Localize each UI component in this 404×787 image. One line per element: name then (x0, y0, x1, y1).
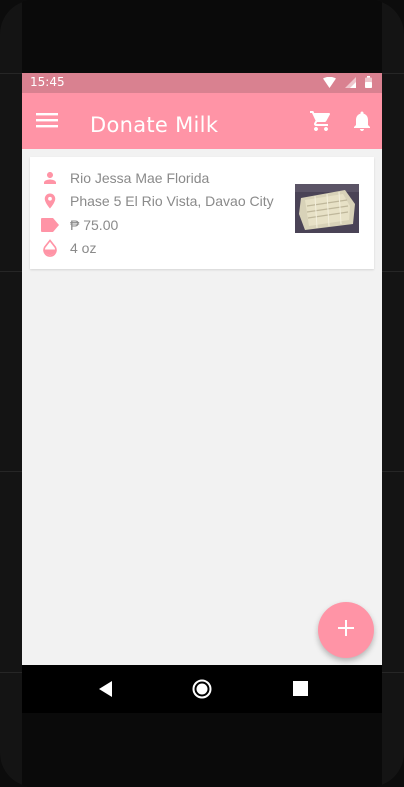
status-time: 15:45 (30, 75, 65, 89)
signal-icon (345, 76, 356, 91)
device-bezel-left (0, 0, 22, 787)
recents-icon[interactable] (289, 677, 313, 701)
address-row: Phase 5 El Rio Vista, Davao City (40, 190, 274, 212)
menu-icon[interactable] (36, 111, 60, 131)
donation-listing-card[interactable]: Rio Jessa Mae Florida Phase 5 El Rio Vis… (30, 157, 374, 269)
location-pin-icon (40, 191, 60, 211)
app-screen: 15:45 Donate Milk Rio Jessa Mae Florida … (22, 73, 382, 665)
back-icon[interactable] (94, 677, 118, 701)
drop-icon (40, 238, 60, 258)
price-value: ₱ 75.00 (70, 217, 119, 233)
wifi-icon (323, 76, 336, 91)
app-bar: Donate Milk (22, 93, 382, 149)
volume-row: 4 oz (40, 237, 96, 259)
page-title: Donate Milk (90, 113, 219, 137)
status-bar: 15:45 (22, 73, 382, 93)
person-icon (40, 168, 60, 188)
price-row: ₱ 75.00 (40, 214, 118, 236)
cart-icon[interactable] (309, 109, 333, 133)
donor-row: Rio Jessa Mae Florida (40, 167, 209, 189)
battery-icon (365, 76, 372, 91)
bell-icon[interactable] (350, 109, 374, 133)
system-nav-bar (22, 665, 382, 713)
milk-photo (295, 184, 359, 233)
add-icon (337, 619, 355, 641)
donor-address: Phase 5 El Rio Vista, Davao City (70, 193, 274, 209)
home-icon[interactable] (190, 677, 214, 701)
volume-value: 4 oz (70, 240, 97, 256)
price-tag-icon (40, 215, 60, 235)
device-frame: 15:45 Donate Milk Rio Jessa Mae Florida … (0, 0, 404, 787)
device-bezel-right (382, 0, 404, 787)
donor-name: Rio Jessa Mae Florida (70, 170, 210, 186)
add-donation-button[interactable] (318, 602, 374, 658)
